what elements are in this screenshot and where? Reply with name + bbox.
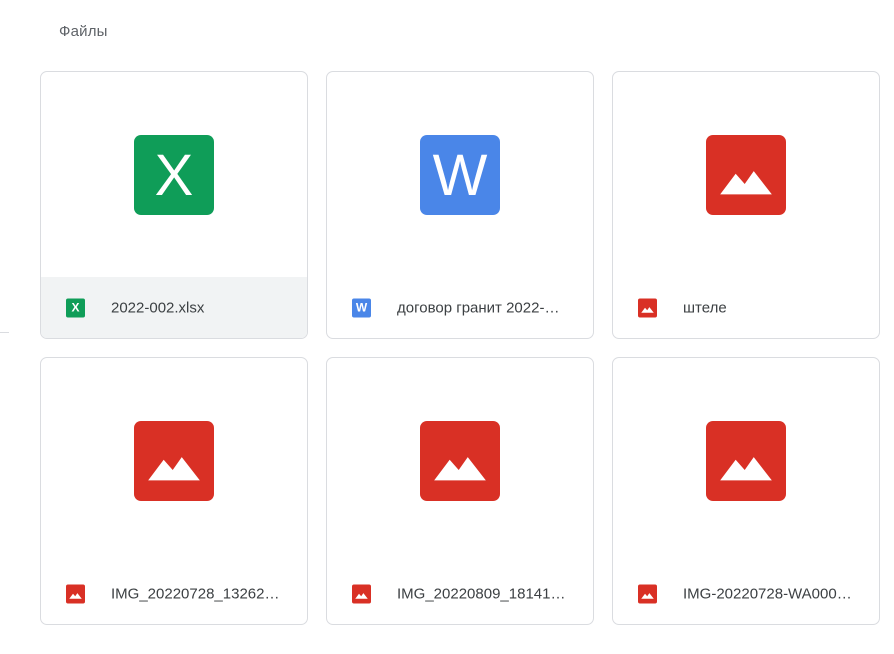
excel-letter: X — [154, 142, 194, 208]
image-icon — [352, 584, 371, 603]
file-card-footer: X 2022-002.xlsx — [41, 277, 307, 338]
file-card-2[interactable]: штеле — [612, 71, 880, 339]
divider — [0, 332, 9, 333]
file-card-0[interactable]: X X 2022-002.xlsx — [40, 71, 308, 339]
word-letter-small: W — [355, 300, 368, 315]
file-preview: X — [41, 72, 307, 278]
image-icon — [638, 584, 657, 603]
excel-icon: X — [66, 298, 85, 317]
excel-letter-small: X — [71, 300, 80, 315]
image-icon — [638, 298, 657, 317]
file-name: IMG_20220728_13262… — [111, 585, 280, 602]
word-icon: W — [420, 135, 500, 215]
file-preview — [41, 358, 307, 564]
file-name: штеле — [683, 299, 727, 316]
file-preview: W — [327, 72, 593, 278]
file-grid: X X 2022-002.xlsx W W договор гранит 202… — [40, 71, 880, 625]
file-preview — [327, 358, 593, 564]
file-card-4[interactable]: IMG_20220809_18141… — [326, 357, 594, 625]
file-preview — [613, 72, 879, 278]
file-card-1[interactable]: W W договор гранит 2022-… — [326, 71, 594, 339]
word-letter: W — [432, 142, 488, 208]
image-icon — [66, 584, 85, 603]
word-icon: W — [352, 298, 371, 317]
file-card-footer: IMG-20220728-WA000… — [613, 563, 879, 624]
image-icon — [134, 421, 214, 501]
image-icon — [706, 135, 786, 215]
file-name: IMG_20220809_18141… — [397, 585, 566, 602]
file-card-footer: IMG_20220809_18141… — [327, 563, 593, 624]
file-card-3[interactable]: IMG_20220728_13262… — [40, 357, 308, 625]
file-name: IMG-20220728-WA000… — [683, 585, 852, 602]
file-name: договор гранит 2022-… — [397, 299, 560, 316]
file-card-5[interactable]: IMG-20220728-WA000… — [612, 357, 880, 625]
image-icon — [420, 421, 500, 501]
image-icon — [706, 421, 786, 501]
file-card-footer: W договор гранит 2022-… — [327, 277, 593, 338]
file-name: 2022-002.xlsx — [111, 299, 205, 316]
excel-icon: X — [134, 135, 214, 215]
file-card-footer: штеле — [613, 277, 879, 338]
file-preview — [613, 358, 879, 564]
file-card-footer: IMG_20220728_13262… — [41, 563, 307, 624]
section-title: Файлы — [59, 23, 108, 40]
